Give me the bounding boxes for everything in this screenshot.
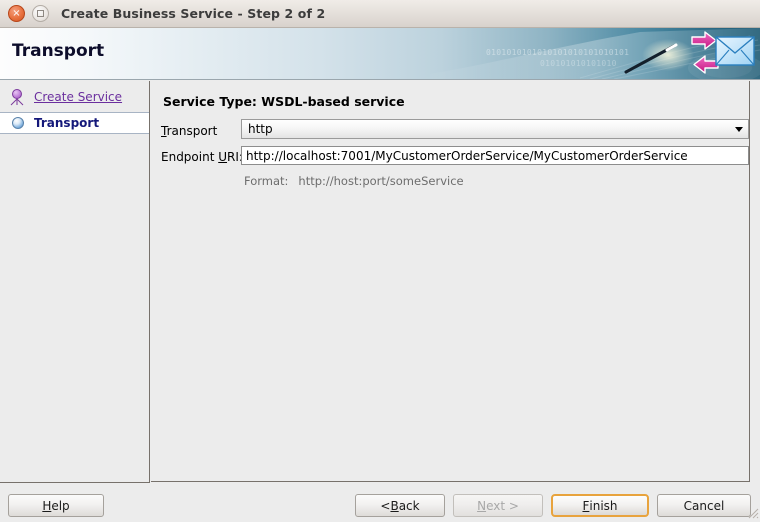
format-hint-key: Format: [244,174,289,188]
back-button[interactable]: < Back [355,494,445,517]
sidebar-item-label: Create Service [34,90,123,104]
transport-label: Transport [161,124,217,138]
maximize-icon[interactable] [32,5,49,22]
next-button: Next > [453,494,543,517]
sidebar-item-create-service[interactable]: Create Service [0,86,149,108]
sidebar-item-transport[interactable]: Transport [0,112,149,134]
finish-button[interactable]: Finish [551,494,649,517]
service-type-label: Service Type: WSDL-based service [163,94,405,109]
back-button-prefix: < [380,498,391,513]
back-button-label: ack [398,498,420,513]
resize-grip[interactable] [745,505,759,519]
endpoint-uri-value: http://localhost:7001/MyCustomerOrderSer… [246,148,688,163]
format-hint-value: http://host:port/someService [298,174,464,188]
transport-label-rest: ransport [166,124,218,138]
header-banner: Transport 0101010101010101010101010101 0… [0,28,760,80]
maximize-glyph [37,10,44,17]
content-panel: Service Type: WSDL-based service Transpo… [151,81,760,483]
banner-binary-bottom: 010101010101010 [540,59,617,68]
endpoint-uri-label: Endpoint URI: [161,150,243,164]
close-icon[interactable]: × [8,5,25,22]
banner-binary-top: 0101010101010101010101010101 [486,48,630,57]
finish-button-mnemonic: F [582,498,590,513]
help-button-mnemonic: H [42,498,52,513]
cancel-button-label: Cancel [683,498,725,513]
dialog-window: × Create Business Service - Step 2 of 2 … [0,0,760,520]
title-bar: × Create Business Service - Step 2 of 2 [0,0,760,28]
cancel-button[interactable]: Cancel [657,494,751,517]
tree-node-icon [10,88,28,106]
endpoint-label-pre: Endpoint [161,150,219,164]
next-button-label: ext > [486,498,519,513]
window-title: Create Business Service - Step 2 of 2 [61,6,326,21]
close-glyph: × [12,8,21,19]
chevron-down-icon[interactable] [729,120,748,138]
transport-select[interactable]: http [241,119,749,139]
endpoint-uri-input[interactable]: http://localhost:7001/MyCustomerOrderSer… [241,146,749,165]
back-button-mnemonic: B [390,498,399,513]
finish-button-label: inish [589,498,618,513]
help-button[interactable]: Help [8,494,104,517]
page-title: Transport [12,41,105,61]
wizard-step-list: Create Service Transport [0,81,150,483]
format-hint: Format: http://host:port/someService [244,174,464,188]
envelope-icon [715,36,755,66]
sidebar-item-label: Transport [34,116,100,130]
sphere-icon [10,114,28,132]
content-inner: Service Type: WSDL-based service Transpo… [151,81,750,482]
help-button-label: elp [51,498,70,513]
banner-artwork: 0101010101010101010101010101 01010101010… [430,28,760,79]
next-button-mnemonic: N [477,498,487,513]
transport-select-value: http [248,122,273,136]
endpoint-label-mnemonic: U [218,150,228,164]
